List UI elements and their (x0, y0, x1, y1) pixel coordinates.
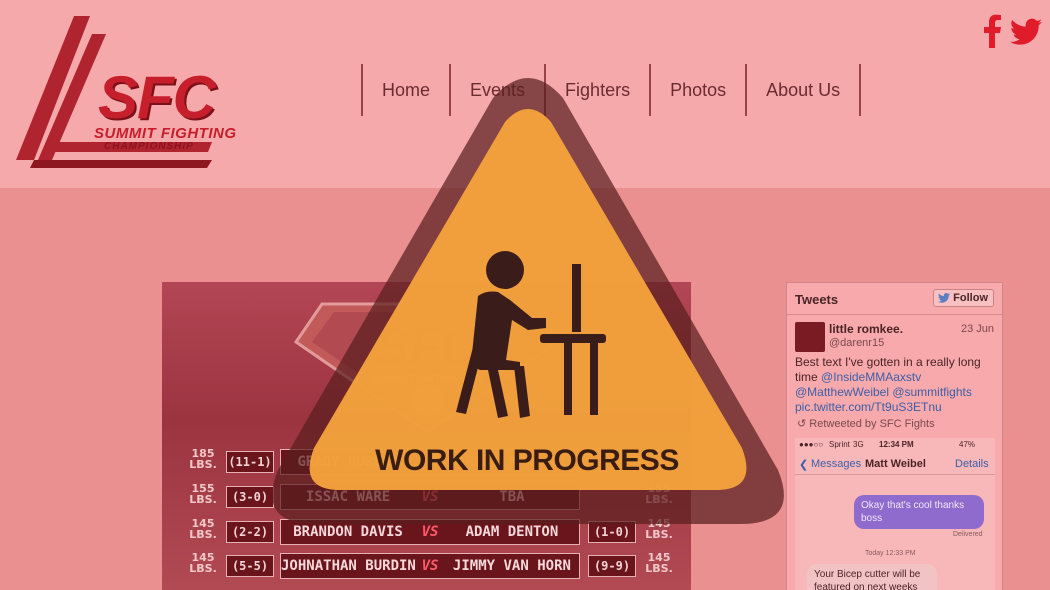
fight-names: JOHNATHAN BURDINE VS JIMMY VAN HORN (280, 553, 580, 579)
twitter-widget-title: Tweets (795, 292, 839, 307)
nav-events[interactable]: Events (451, 64, 547, 116)
weight-right: 155 LBS. (645, 482, 673, 506)
twitter-widget-header: Tweets Follow (787, 283, 1002, 315)
delivered-label: Delivered (953, 531, 983, 538)
vs-label: VS (421, 524, 439, 540)
poster-brand-url: SUMMITFIGHTING.COM (370, 374, 483, 385)
messages-nav: ❮ Messages Matt Weibel Details (795, 453, 995, 475)
record-right: (9-9) (588, 555, 636, 577)
weight-left: 185 LBS. (189, 447, 217, 471)
back-chevron-icon: ❮ (799, 459, 809, 471)
record-left: (5-5) (226, 555, 274, 577)
message-outgoing: Okay that's cool thanks boss (854, 495, 984, 529)
weight-left: 145 LBS. (189, 517, 217, 541)
fighter-right: MARIAS APARICIO (448, 454, 576, 470)
nav-photos[interactable]: Photos (651, 64, 748, 116)
twitter-widget: Tweets Follow little romkee. @darenr15 2… (786, 282, 1003, 590)
fighter-left: ISSAC WARE (305, 489, 391, 505)
retweet-note: ↺ Retweeted by SFC Fights (797, 417, 935, 430)
details-link: Details (955, 458, 989, 470)
vs-label: VS (421, 558, 439, 574)
follow-button[interactable]: Follow (933, 289, 994, 307)
fighter-right: TBA (499, 489, 525, 505)
fight-names: BRANDON DAVIS VS ADAM DENTON (280, 519, 580, 545)
tweet-text: Best text I've gotten in a really long t… (795, 355, 995, 415)
record-left: (3-0) (226, 486, 274, 508)
poster-logo-badge: SFC SUMMITFIGHTING.COM (293, 302, 561, 434)
signal-icon: ●●●○○ (799, 440, 824, 449)
follow-label: Follow (953, 292, 988, 304)
twitter-bird-icon (938, 293, 951, 303)
mention-link[interactable]: @MatthewWeibel @summitfights (795, 385, 972, 399)
weight-right: 145 LBS. (645, 517, 673, 541)
message-timestamp: Today 12:33 PM (865, 550, 916, 557)
fight-row: 155 LBS. (3-0) ISSAC WARE VS TBA 155 LBS… (188, 482, 673, 511)
sfc-logo[interactable]: SFC SUMMIT FIGHTING CHAMPIONSHIP (12, 12, 252, 172)
phone-status-bar: ●●●○○ Sprint 3G 12:34 PM 47% (795, 438, 995, 452)
main-nav: Home Events Fighters Photos About Us (361, 64, 862, 116)
retweet-label: Retweeted by SFC Fights (809, 418, 935, 430)
record-left: (11-1) (226, 451, 274, 473)
network: 3G (853, 440, 864, 449)
mention-link[interactable]: @InsideMMAaxstv (821, 370, 921, 384)
record-left: (2-2) (226, 521, 274, 543)
weight-right: 145 LBS. (645, 551, 673, 575)
fighter-left: JOHNATHAN BURDINE (281, 558, 416, 574)
fight-row: 145 LBS. (5-5) JOHNATHAN BURDINE VS JIMM… (188, 551, 673, 580)
carrier: Sprint (829, 440, 850, 449)
battery-level: 47% (959, 440, 976, 449)
contact-name: Matt Weibel (865, 458, 926, 470)
fight-names: ISSAC WARE VS TBA (280, 484, 580, 510)
poster-brand: SFC (375, 318, 480, 376)
fight-names: GRADY HURLEY VS MARIAS APARICIO (280, 449, 580, 475)
logo-line-1: SUMMIT FIGHTING (94, 125, 237, 142)
fighter-left: GRADY HURLEY (297, 454, 399, 470)
event-poster[interactable]: SFC SUMMITFIGHTING.COM 185 LBS. (11-1) G… (162, 282, 691, 590)
facebook-icon[interactable] (984, 14, 1002, 48)
fighter-left: BRANDON DAVIS (293, 524, 403, 540)
retweet-icon: ↺ (797, 418, 807, 430)
nav-fighters[interactable]: Fighters (546, 64, 652, 116)
nav-home[interactable]: Home (363, 64, 452, 116)
fighter-right: JIMMY VAN HORN (452, 558, 571, 574)
weight-left: 155 LBS. (189, 482, 217, 506)
tweet-author-name[interactable]: little romkee. (829, 322, 903, 336)
messages-back: Messages (811, 458, 862, 470)
fighter-right: ADAM DENTON (465, 524, 559, 540)
fight-row: 185 LBS. (11-1) GRADY HURLEY VS MARIAS A… (188, 448, 668, 476)
weight-left: 145 LBS. (189, 551, 217, 575)
message-incoming: Your Bicep cutter will be featured on ne… (807, 564, 937, 590)
site-header: SFC SUMMIT FIGHTING CHAMPIONSHIP Home Ev… (0, 0, 1050, 188)
fight-row: 145 LBS. (2-2) BRANDON DAVIS VS ADAM DEN… (188, 517, 673, 546)
tweet-image[interactable]: ●●●○○ Sprint 3G 12:34 PM 47% ❮ Messages … (795, 438, 995, 590)
tweet-date[interactable]: 23 Jun (961, 323, 994, 335)
record-right: (1-0) (588, 521, 636, 543)
avatar[interactable] (795, 322, 825, 352)
nav-about-us[interactable]: About Us (747, 64, 862, 116)
logo-line-2: CHAMPIONSHIP (104, 141, 194, 152)
vs-label: VS (421, 489, 439, 505)
photo-link[interactable]: pic.twitter.com/Tt9uS3ETnu (795, 400, 942, 414)
phone-time: 12:34 PM (879, 440, 914, 449)
tweet-author-handle[interactable]: @darenr15 (829, 337, 884, 349)
twitter-icon[interactable] (1010, 18, 1042, 46)
logo-mark: SFC (98, 64, 216, 131)
vs-label: VS (421, 454, 439, 470)
